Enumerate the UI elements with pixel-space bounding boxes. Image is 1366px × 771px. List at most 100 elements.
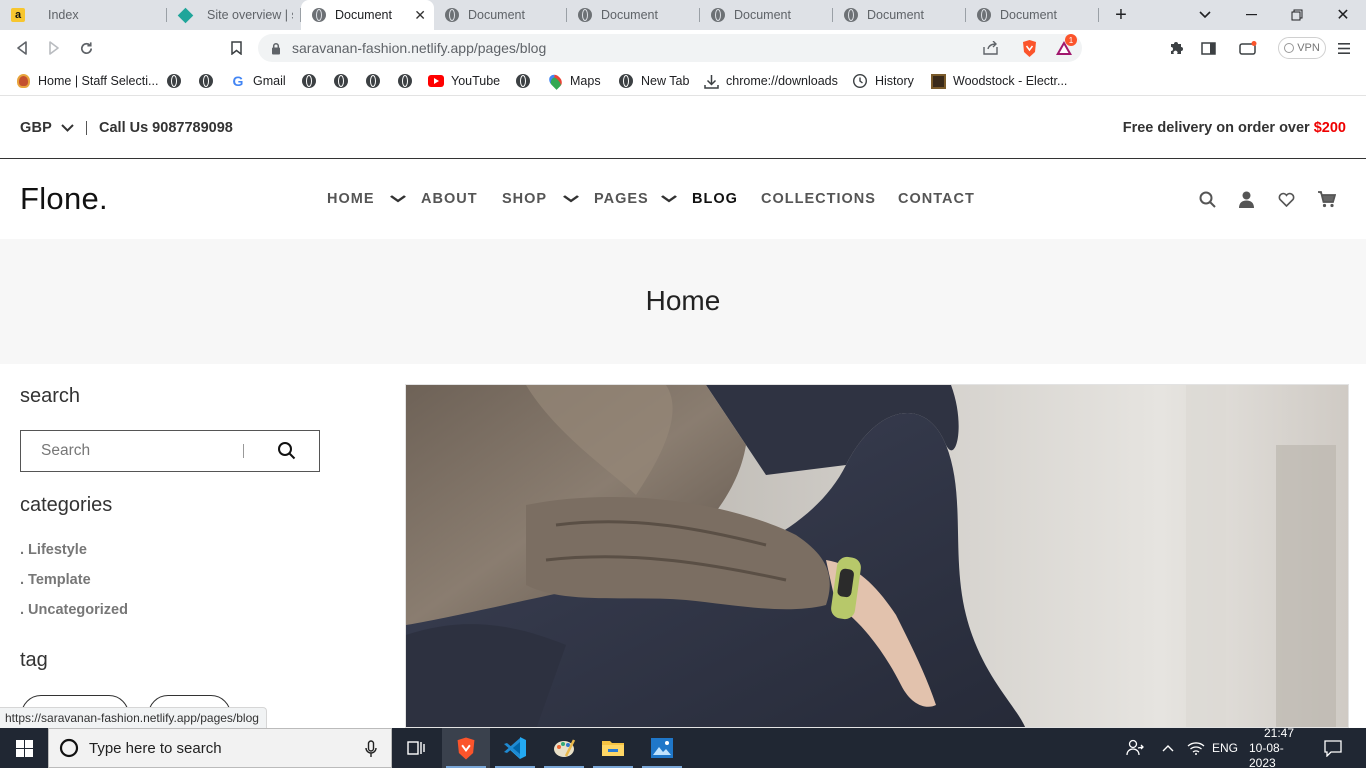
nav-home[interactable]: HOME bbox=[327, 191, 375, 207]
currency-selector[interactable]: GBP bbox=[20, 120, 74, 136]
forward-icon[interactable] bbox=[44, 38, 64, 58]
blog-post-image[interactable] bbox=[405, 384, 1349, 728]
extensions-puzzle-icon[interactable] bbox=[1166, 38, 1186, 58]
nav-collections[interactable]: COLLECTIONS bbox=[761, 191, 876, 207]
browser-tab-active[interactable]: Document ✕ bbox=[301, 0, 434, 30]
folder-icon bbox=[602, 741, 624, 756]
search-input[interactable] bbox=[22, 432, 242, 470]
wishlist-heart-icon[interactable] bbox=[1276, 189, 1296, 209]
microphone-icon[interactable] bbox=[365, 740, 377, 758]
wifi-icon[interactable] bbox=[1187, 728, 1205, 768]
bookmark-item[interactable]: History bbox=[852, 72, 914, 90]
account-icon[interactable] bbox=[1236, 189, 1256, 209]
menu-icon[interactable] bbox=[1334, 38, 1354, 58]
nav-blog[interactable]: BLOG bbox=[692, 191, 738, 207]
browser-tab[interactable]: Document bbox=[434, 0, 567, 30]
search-button[interactable] bbox=[277, 441, 297, 461]
bookmark-label: Gmail bbox=[253, 74, 286, 88]
globe-icon bbox=[444, 7, 460, 23]
reload-icon[interactable] bbox=[76, 38, 96, 58]
vscode-icon bbox=[504, 737, 526, 759]
bookmark-item[interactable]: Maps bbox=[546, 72, 601, 90]
bookmark-item[interactable]: YouTube bbox=[428, 72, 500, 90]
sidebar-icon[interactable] bbox=[1198, 38, 1218, 58]
globe-icon bbox=[311, 7, 327, 23]
browser-tab[interactable]: Document bbox=[700, 0, 833, 30]
minimize-button[interactable] bbox=[1228, 0, 1274, 30]
history-icon bbox=[852, 73, 868, 89]
clock-time: 21:47 bbox=[1263, 725, 1295, 740]
language-indicator[interactable]: ENG bbox=[1212, 728, 1238, 768]
browser-tab[interactable]: a Index bbox=[0, 0, 167, 30]
bookmark-item[interactable] bbox=[333, 72, 356, 90]
woodstock-icon bbox=[930, 73, 946, 89]
taskbar-paint-button[interactable] bbox=[540, 728, 588, 768]
nav-shop[interactable]: SHOP bbox=[502, 191, 547, 207]
close-window-button[interactable]: ✕ bbox=[1320, 0, 1366, 30]
people-icon[interactable] bbox=[1126, 728, 1144, 768]
taskbar-brave-button[interactable] bbox=[442, 728, 490, 768]
browser-tab[interactable]: Document bbox=[567, 0, 700, 30]
nav-pages[interactable]: PAGES bbox=[594, 191, 649, 207]
bookmark-item[interactable] bbox=[397, 72, 420, 90]
bookmark-item[interactable]: Woodstock - Electr... bbox=[930, 72, 1067, 90]
browser-tab[interactable]: Site overview | saravanan-fashion bbox=[167, 0, 301, 30]
taskbar-vscode-button[interactable] bbox=[491, 728, 539, 768]
new-tab-button[interactable]: + bbox=[1098, 0, 1144, 30]
category-link[interactable]: . Template bbox=[20, 572, 91, 588]
bookmark-item[interactable] bbox=[515, 72, 538, 90]
chevron-down-icon[interactable] bbox=[661, 192, 678, 206]
bookmark-item[interactable] bbox=[301, 72, 324, 90]
tab-title: Document bbox=[734, 8, 791, 22]
categories-heading: categories bbox=[20, 494, 113, 516]
close-tab-icon[interactable]: ✕ bbox=[414, 7, 426, 24]
bookmark-label: Woodstock - Electr... bbox=[953, 74, 1068, 88]
bookmark-item[interactable] bbox=[365, 72, 388, 90]
taskbar-photos-button[interactable] bbox=[638, 728, 686, 768]
bookmark-item[interactable]: New Tab bbox=[618, 72, 689, 90]
bookmark-item[interactable]: G Gmail bbox=[230, 72, 286, 90]
brave-rewards-icon[interactable]: 1 bbox=[1054, 34, 1077, 58]
url-text[interactable]: saravanan-fashion.netlify.app/pages/blog bbox=[292, 40, 546, 56]
bookmark-item[interactable]: Home | Staff Selecti... bbox=[15, 72, 158, 90]
globe-icon bbox=[618, 73, 634, 89]
vpn-button[interactable]: VPN bbox=[1278, 37, 1326, 59]
delivery-notice: Free delivery on order over $200 bbox=[1123, 120, 1346, 136]
browser-tab[interactable]: Document bbox=[966, 0, 1099, 30]
nav-contact[interactable]: CONTACT bbox=[898, 191, 975, 207]
restore-button[interactable] bbox=[1274, 0, 1320, 30]
windows-start-button[interactable] bbox=[0, 728, 48, 768]
clock[interactable]: 21:47 10-08-2023 bbox=[1249, 725, 1309, 770]
netlify-icon bbox=[177, 7, 193, 23]
bookmark-item[interactable] bbox=[166, 72, 189, 90]
bookmark-icon[interactable] bbox=[226, 38, 246, 58]
maps-icon bbox=[546, 72, 564, 90]
bookmark-item[interactable]: chrome://downloads bbox=[703, 72, 838, 90]
delivery-text: Free delivery on order over bbox=[1122, 120, 1310, 136]
lock-icon[interactable] bbox=[266, 38, 286, 58]
site-logo[interactable]: Flone. bbox=[20, 181, 108, 217]
taskbar-file-explorer-button[interactable] bbox=[589, 728, 637, 768]
search-icon[interactable] bbox=[1197, 189, 1217, 209]
cortana-circle-icon bbox=[59, 738, 79, 758]
cart-icon[interactable] bbox=[1317, 189, 1337, 209]
tab-title: Site overview | saravanan-fashion bbox=[207, 8, 293, 22]
chevron-down-icon[interactable] bbox=[563, 192, 580, 206]
back-icon[interactable] bbox=[12, 38, 32, 58]
brave-shields-icon[interactable] bbox=[1019, 38, 1039, 58]
bookmark-item[interactable] bbox=[198, 72, 221, 90]
tray-chevron-up-icon[interactable] bbox=[1162, 728, 1174, 768]
chevron-down-icon[interactable] bbox=[390, 192, 407, 206]
notifications-icon[interactable] bbox=[1324, 728, 1342, 768]
browser-tab[interactable]: Document bbox=[833, 0, 966, 30]
category-link[interactable]: . Uncategorized bbox=[20, 602, 128, 618]
vpn-toggle-icon bbox=[1284, 43, 1295, 53]
share-icon[interactable] bbox=[981, 38, 1001, 58]
bookmark-label: New Tab bbox=[641, 74, 690, 88]
task-view-button[interactable] bbox=[393, 728, 441, 768]
nav-about[interactable]: ABOUT bbox=[421, 191, 478, 207]
category-link[interactable]: . Lifestyle bbox=[20, 542, 87, 558]
wallet-icon[interactable] bbox=[1238, 38, 1258, 58]
taskbar-search-box[interactable]: Type here to search bbox=[48, 728, 392, 768]
tab-search-chevron-icon[interactable] bbox=[1182, 0, 1228, 30]
